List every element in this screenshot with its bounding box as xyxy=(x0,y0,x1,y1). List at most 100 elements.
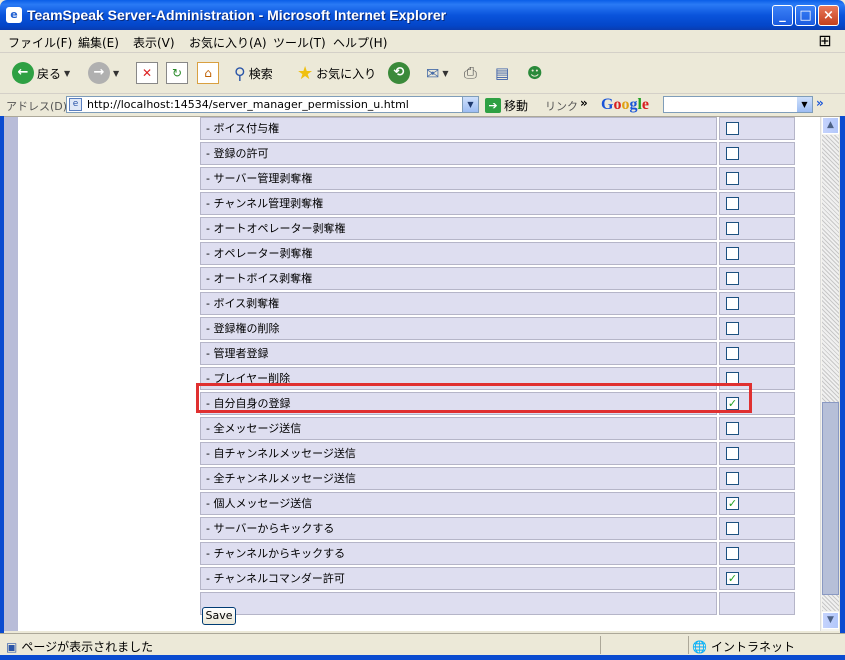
permission-checkbox[interactable] xyxy=(726,547,739,560)
forward-button[interactable]: → ▼ xyxy=(88,61,119,85)
menu-edit[interactable]: 編集(E) xyxy=(78,34,119,51)
favorites-button[interactable]: ★ お気に入り xyxy=(297,61,376,85)
address-dropdown-icon[interactable]: ▼ xyxy=(462,97,478,112)
permission-checkbox[interactable] xyxy=(726,272,739,285)
menu-bar: ファイル(F) 編集(E) 表示(V) お気に入り(A) ツール(T) ヘルプ(… xyxy=(0,30,845,53)
permission-checkbox[interactable] xyxy=(726,172,739,185)
permission-checkbox[interactable] xyxy=(726,447,739,460)
address-label: アドレス(D) xyxy=(6,100,68,113)
permission-checkbox[interactable] xyxy=(726,197,739,210)
stop-button[interactable]: ✕ xyxy=(136,61,158,85)
menu-favorites[interactable]: お気に入り(A) xyxy=(189,34,267,51)
forward-dropdown-icon[interactable]: ▼ xyxy=(113,69,119,78)
home-button[interactable]: ⌂ xyxy=(197,61,219,85)
permission-checkbox[interactable] xyxy=(726,247,739,260)
links-chevron-icon[interactable]: » xyxy=(580,96,588,110)
permission-checkbox-cell: ✓ xyxy=(719,492,795,515)
close-button[interactable]: × xyxy=(818,5,839,26)
scroll-up-icon[interactable]: ▲ xyxy=(822,117,839,134)
permission-label: - 個人メッセージ送信 xyxy=(200,492,717,515)
permission-checkbox[interactable] xyxy=(726,147,739,160)
empty-cell xyxy=(719,592,795,615)
menu-help[interactable]: ヘルプ(H) xyxy=(333,34,387,51)
scroll-down-icon[interactable]: ▼ xyxy=(822,612,839,629)
address-url: http://localhost:14534/server_manager_pe… xyxy=(87,98,409,111)
permission-label: - 管理者登録 xyxy=(200,342,717,365)
status-message: ▣ ページが表示されました xyxy=(6,638,153,655)
history-button[interactable]: ⟲ xyxy=(388,61,410,85)
left-gutter xyxy=(4,117,18,631)
status-divider xyxy=(600,636,601,654)
permission-label: - 全メッセージ送信 xyxy=(200,417,717,440)
stop-icon: ✕ xyxy=(136,62,158,84)
permission-row: - 全チャンネルメッセージ送信 xyxy=(200,467,801,491)
printer-icon: ⎙ xyxy=(464,63,477,82)
permission-label: - ボイス剥奪権 xyxy=(200,292,717,315)
permission-checkbox[interactable] xyxy=(726,347,739,360)
permission-checkbox[interactable] xyxy=(726,472,739,485)
window-frame-bottom xyxy=(0,655,845,660)
permission-checkbox-cell xyxy=(719,317,795,340)
search-icon: ⚲ xyxy=(234,63,246,83)
status-bar: ▣ ページが表示されました 🌐 イントラネット xyxy=(0,633,845,656)
ie-app-icon[interactable]: e xyxy=(6,7,22,23)
window-title: TeamSpeak Server-Administration - Micros… xyxy=(27,7,447,23)
mail-button[interactable]: ✉ ▼ xyxy=(426,61,449,85)
menu-tools[interactable]: ツール(T) xyxy=(273,34,326,51)
permission-row: - オートオペレーター剥奪権 xyxy=(200,217,801,241)
google-logo[interactable]: Google xyxy=(601,96,649,114)
toolbar-chevron-icon[interactable]: » xyxy=(816,96,824,110)
permission-label: - オペレーター剥奪権 xyxy=(200,242,717,265)
permission-checkbox[interactable] xyxy=(726,322,739,335)
back-dropdown-icon[interactable]: ▼ xyxy=(64,69,70,78)
permission-row: - ボイス剥奪権 xyxy=(200,292,801,316)
messenger-button[interactable]: ☻ xyxy=(527,61,543,85)
go-arrow-icon: ➔ xyxy=(485,98,501,113)
permission-checkbox-cell xyxy=(719,192,795,215)
permission-row: - 登録の許可 xyxy=(200,142,801,166)
permission-checkbox[interactable]: ✓ xyxy=(726,497,739,510)
highlight-box xyxy=(196,383,752,413)
links-label[interactable]: リンク xyxy=(545,98,578,114)
maximize-button[interactable]: □ xyxy=(795,5,816,26)
empty-cell xyxy=(200,592,717,615)
address-input[interactable]: e http://localhost:14534/server_manager_… xyxy=(66,96,479,113)
permission-checkbox[interactable] xyxy=(726,422,739,435)
permission-checkbox[interactable] xyxy=(726,222,739,235)
permission-row: - チャンネルコマンダー許可 ✓ xyxy=(200,567,801,591)
permission-label: - オートオペレーター剥奪権 xyxy=(200,217,717,240)
save-button[interactable]: Save xyxy=(202,607,236,625)
menu-view[interactable]: 表示(V) xyxy=(133,34,175,51)
favorites-label: お気に入り xyxy=(316,66,377,81)
menu-file[interactable]: ファイル(F) xyxy=(8,34,72,51)
vertical-scrollbar[interactable]: ▲ ▼ xyxy=(820,117,839,631)
google-search-input[interactable]: ▼ xyxy=(663,96,813,113)
search-button[interactable]: ⚲ 検索 xyxy=(234,61,273,85)
google-search-dropdown-icon[interactable]: ▼ xyxy=(797,97,812,112)
permission-row: - チャンネル管理剥奪権 xyxy=(200,192,801,216)
mail-dropdown-icon[interactable]: ▼ xyxy=(442,69,448,78)
permission-checkbox-cell xyxy=(719,242,795,265)
permission-checkbox-cell xyxy=(719,417,795,440)
status-text: ページが表示されました xyxy=(21,640,154,654)
permission-row: - 全メッセージ送信 xyxy=(200,417,801,441)
edit-button[interactable]: ▤ xyxy=(495,61,509,85)
status-divider xyxy=(688,636,689,654)
permission-label: - サーバー管理剥奪権 xyxy=(200,167,717,190)
permission-checkbox-cell xyxy=(719,167,795,190)
scroll-thumb[interactable] xyxy=(822,402,839,595)
permission-label: - 自チャンネルメッセージ送信 xyxy=(200,442,717,465)
permission-checkbox[interactable] xyxy=(726,122,739,135)
messenger-icon: ☻ xyxy=(527,64,543,82)
empty-row xyxy=(200,592,801,616)
permission-checkbox[interactable] xyxy=(726,297,739,310)
go-label: 移動 xyxy=(504,99,529,113)
print-button[interactable]: ⎙ xyxy=(464,61,477,85)
refresh-button[interactable]: ↻ xyxy=(166,61,188,85)
back-button[interactable]: ← 戻る ▼ xyxy=(12,61,70,85)
permission-checkbox[interactable]: ✓ xyxy=(726,572,739,585)
minimize-button[interactable]: _ xyxy=(772,5,793,26)
go-button[interactable]: ➔ 移動 xyxy=(485,97,528,114)
permission-checkbox[interactable] xyxy=(726,522,739,535)
intranet-icon: 🌐 xyxy=(692,639,707,654)
